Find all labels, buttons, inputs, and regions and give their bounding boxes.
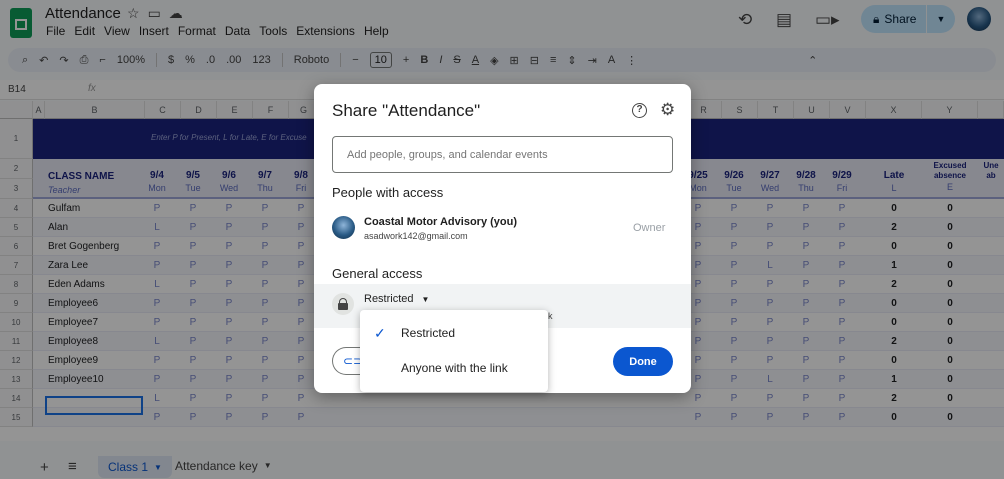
check-icon: ✓ — [374, 325, 386, 341]
sheets-app: Attendance ☆▭☁ File Edit View Insert For… — [0, 0, 1004, 479]
menu-item-restricted[interactable]: ✓ Restricted — [360, 316, 548, 350]
general-access-menu: ✓ Restricted Anyone with the link — [360, 310, 548, 392]
general-access-heading: General access — [332, 266, 423, 281]
menu-item-label: Anyone with the link — [401, 361, 508, 375]
owner-email: asadwork142@gmail.com — [364, 231, 468, 241]
owner-avatar — [332, 216, 355, 239]
copy-link-button[interactable]: ⊂⊃ — [332, 347, 363, 375]
add-people-input[interactable] — [332, 136, 673, 173]
menu-item-label: Restricted — [401, 326, 456, 340]
done-button[interactable]: Done — [613, 347, 673, 376]
lock-icon — [332, 293, 354, 315]
owner-name: Coastal Motor Advisory (you) — [364, 216, 517, 228]
access-value: Restricted — [364, 293, 414, 305]
caret-down-icon: ▼ — [421, 294, 430, 304]
help-icon[interactable]: ? — [632, 103, 647, 118]
gear-icon[interactable]: ⚙ — [660, 100, 675, 120]
general-access-select[interactable]: Restricted ▼ — [364, 293, 429, 305]
dialog-title: Share "Attendance" — [332, 101, 481, 120]
access-description: k — [548, 311, 553, 321]
people-with-access-heading: People with access — [332, 185, 444, 200]
owner-role: Owner — [633, 222, 666, 234]
menu-item-anyone-with-link[interactable]: Anyone with the link — [360, 351, 548, 385]
